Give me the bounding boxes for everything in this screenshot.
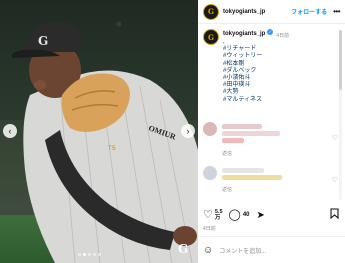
- comment-count: 40: [242, 212, 250, 218]
- svg-text:TS: TS: [108, 146, 116, 152]
- blurred-comment-text: [222, 175, 282, 180]
- carousel-dots: [78, 253, 101, 256]
- carousel-dot: [98, 253, 101, 256]
- like-count: 5.5 万: [215, 209, 223, 221]
- bookmark-icon[interactable]: [330, 208, 339, 222]
- blurred-comment-text: [222, 168, 264, 173]
- commenter-avatar[interactable]: [203, 122, 217, 136]
- hashtag-list: , #リチャード #ウィットリー #松本剛 #ダルベック #小濱佑斗 #田中瑛斗…: [223, 39, 337, 104]
- pitcher-figure: G OMIUR TS: [11, 22, 198, 263]
- verified-badge-icon: ✓: [267, 29, 274, 35]
- like-count-unit: 万: [214, 215, 221, 221]
- action-bar: ♡ 5.5 万 ◯ 40 ➤: [203, 206, 339, 224]
- post-side-panel: G tokyogiants_jp フォローする ••• G tokyogiant…: [198, 0, 345, 263]
- svg-text:G: G: [38, 34, 48, 48]
- comment-input[interactable]: コメントを追加...: [219, 246, 266, 255]
- blurred-comment-text: [222, 131, 280, 136]
- post-caption: G tokyogiants_jp ✓ 4日前 , #リチャード #ウィットリー …: [203, 29, 337, 104]
- giants-watermark: G: [178, 242, 189, 256]
- account-avatar[interactable]: G: [203, 3, 219, 20]
- avatar-logo: G: [208, 7, 214, 16]
- carousel-prev-button[interactable]: ‹: [3, 124, 17, 138]
- add-comment-bar: ☺ コメントを追加...: [198, 236, 345, 263]
- avatar-logo: G: [208, 32, 214, 42]
- comment-like-heart-icon[interactable]: ♡: [332, 176, 338, 184]
- caption-avatar[interactable]: G: [203, 29, 219, 45]
- emoji-icon[interactable]: ☺: [203, 245, 213, 256]
- heart-icon[interactable]: ♡: [203, 209, 213, 221]
- reply-button[interactable]: 返信: [222, 150, 232, 157]
- scrollbar-thumb[interactable]: [339, 30, 342, 90]
- carousel-dot: [78, 253, 81, 256]
- post-header: G tokyogiants_jp フォローする •••: [198, 0, 345, 24]
- comment-icon[interactable]: ◯: [229, 209, 241, 221]
- caption-username[interactable]: tokyogiants_jp: [223, 31, 265, 37]
- comment-like-heart-icon[interactable]: ♡: [332, 134, 338, 142]
- hashtag-link[interactable]: #ウィットリー: [223, 53, 337, 60]
- caption-time: 4日前: [276, 33, 290, 39]
- commenter-avatar[interactable]: [203, 166, 217, 180]
- carousel-next-button[interactable]: ›: [181, 124, 195, 138]
- post-date: 4日前: [203, 226, 216, 232]
- post-photo[interactable]: G OMIUR TS ‹ › G: [0, 0, 198, 263]
- follow-button[interactable]: フォローする: [291, 7, 327, 16]
- bookmark-icon-svg: [330, 208, 339, 220]
- share-icon[interactable]: ➤: [257, 210, 265, 221]
- hashtag-link[interactable]: #松本剛: [223, 61, 337, 68]
- carousel-dot: [88, 253, 91, 256]
- hashtag-link[interactable]: #田中瑛斗: [223, 82, 337, 89]
- hashtag-link[interactable]: #マルティネス: [223, 97, 337, 104]
- comment-item: 返信 ♡: [203, 122, 338, 162]
- blurred-comment-text: [222, 138, 244, 143]
- reply-button[interactable]: 返信: [222, 186, 232, 193]
- carousel-dot-active: [83, 253, 86, 256]
- blurred-comment-text: [222, 124, 262, 129]
- comment-item: 返信 ♡: [203, 166, 338, 202]
- comments-scrollbar[interactable]: [339, 30, 342, 200]
- carousel-dot: [93, 253, 96, 256]
- more-options-icon[interactable]: •••: [333, 7, 340, 16]
- account-username[interactable]: tokyogiants_jp: [223, 9, 265, 15]
- hashtag-link[interactable]: #ダルベック: [223, 68, 337, 75]
- hashtag-link[interactable]: #大勢: [223, 89, 337, 96]
